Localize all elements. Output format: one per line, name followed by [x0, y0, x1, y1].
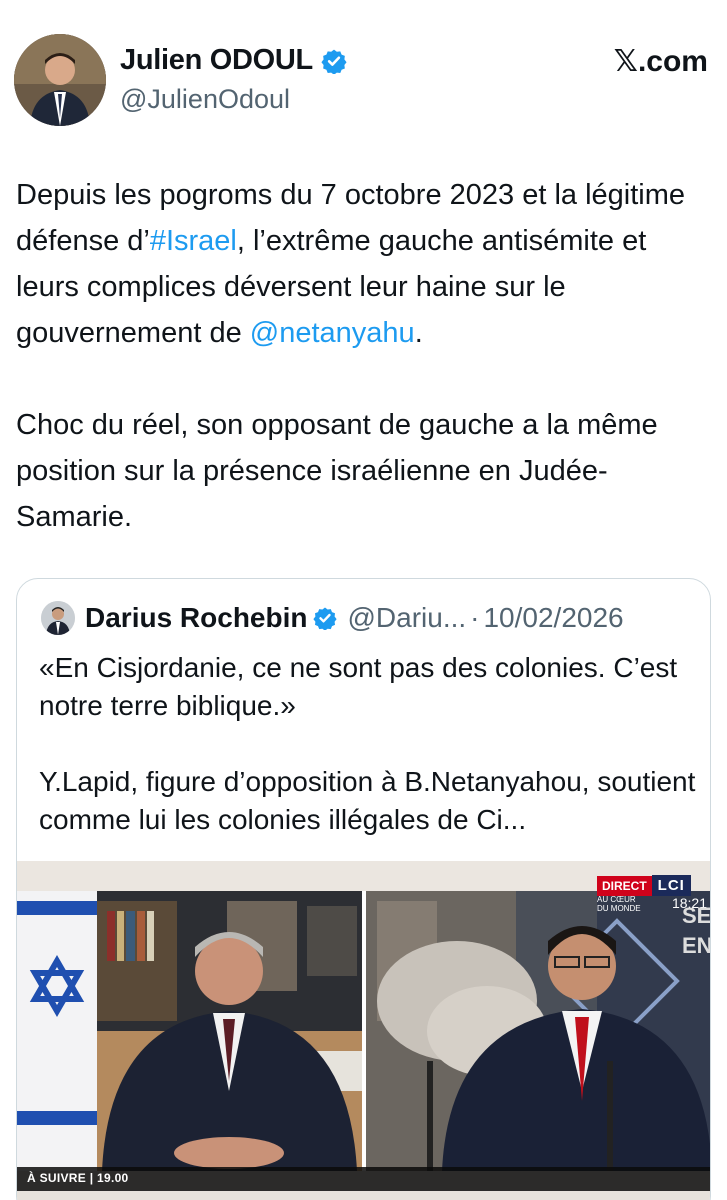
up-next-banner: À SUIVRE | 19.00 — [17, 1167, 710, 1191]
channel-badge: DIRECT LCI — [597, 875, 691, 896]
quoted-tweet-body: «En Cisjordanie, ce ne sont pas des colo… — [39, 649, 699, 839]
quoted-tweet-card[interactable]: Darius Rochebin @Dariu... · 10/02/2026 «… — [16, 578, 711, 1200]
quoted-author-name[interactable]: Darius Rochebin — [85, 602, 307, 634]
tweet-body: Depuis les pogroms du 7 octobre 2023 et … — [16, 172, 706, 540]
quoted-tweet-header: Darius Rochebin @Dariu... · 10/02/2026 — [41, 601, 624, 635]
author-display-name[interactable]: Julien ODOUL — [120, 44, 313, 77]
author-avatar[interactable] — [14, 34, 106, 126]
tweet-paragraph: Choc du réel, son opposant de gauche a l… — [16, 409, 658, 533]
tweet-paragraph: Depuis les pogroms du 7 octobre 2023 et … — [16, 179, 685, 349]
direct-label: DIRECT — [597, 875, 652, 896]
program-tag: AU CŒUR DU MONDE — [597, 895, 641, 913]
mention-link[interactable]: @netanyahu — [250, 317, 415, 349]
x-logo-brand: 𝕏.com — [613, 45, 708, 78]
quoted-tweet-date[interactable]: 10/02/2026 — [483, 602, 623, 634]
hashtag-link[interactable]: #Israel — [150, 225, 237, 257]
quoted-paragraph: Y.Lapid, figure d’opposition à B.Netanya… — [39, 766, 696, 835]
separator-dot: · — [470, 602, 480, 633]
verified-badge-icon — [313, 607, 338, 630]
author-handle[interactable]: @JulienOdoul — [120, 84, 290, 115]
verified-badge-icon — [321, 49, 347, 74]
quoted-media-image[interactable]: DIRECT LCI AU CŒUR DU MONDE 18:21 SE EN … — [17, 861, 711, 1200]
quoted-author-handle[interactable]: @Dariu... — [347, 602, 466, 634]
quoted-author-avatar[interactable] — [41, 601, 75, 635]
background-screen-text: SE EN — [682, 903, 711, 958]
quoted-paragraph: «En Cisjordanie, ce ne sont pas des colo… — [39, 652, 678, 721]
tweet-header: Julien ODOUL @JulienOdoul 𝕏.com — [14, 34, 714, 126]
channel-logo: LCI — [651, 875, 691, 896]
